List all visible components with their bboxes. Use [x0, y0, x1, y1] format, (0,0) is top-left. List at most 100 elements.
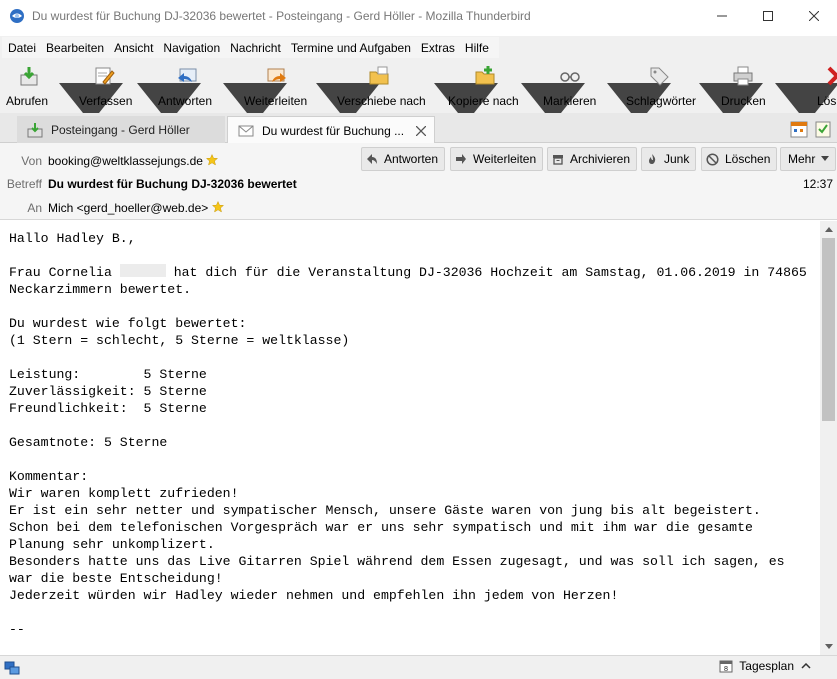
message-text: Hallo Hadley B., Frau Cornelia hat dich … [9, 230, 807, 638]
body-line1b: hat dich für die Veranstaltung DJ-32036 … [165, 265, 807, 280]
reply-icon [367, 154, 377, 164]
chevron-down-icon [824, 644, 833, 649]
move-to-label: Verschiebe nach [337, 94, 426, 108]
header-archive-button[interactable]: Archivieren [547, 147, 638, 171]
reply-button[interactable]: Antworten [156, 63, 218, 111]
window-title: Du wurdest für Buchung DJ-32036 bewertet… [32, 9, 531, 23]
body-greeting: Hallo Hadley B., [9, 231, 136, 246]
close-window-button[interactable] [791, 0, 837, 32]
star-icon[interactable] [206, 154, 219, 166]
inbox-icon [27, 122, 43, 137]
message-body[interactable]: Hallo Hadley B., Frau Cornelia hat dich … [0, 221, 820, 655]
tag-icon [650, 67, 669, 86]
online-status-icon[interactable] [4, 660, 20, 676]
body-comment-line: Wir waren komplett zufrieden! [9, 486, 239, 501]
body-comment-label: Kommentar: [9, 469, 89, 484]
forward-arrow-icon [267, 68, 286, 82]
menu-extras[interactable]: Extras [416, 38, 460, 57]
delete-toolbar-button[interactable]: Lös [812, 63, 837, 111]
tab-message[interactable]: Du wurdest für Buchung ... [227, 116, 435, 144]
tab-message-label: Du wurdest für Buchung ... [262, 123, 405, 138]
tab-inbox[interactable]: Posteingang - Gerd Höller [17, 116, 225, 143]
mark-button[interactable]: Markieren [541, 63, 601, 111]
scroll-up-button[interactable] [820, 221, 837, 238]
header-reply-label: Antworten [384, 152, 439, 166]
body-line2: Neckarzimmern bewertet. [9, 282, 192, 297]
to-value[interactable]: Mich <gerd_hoeller@web.de> [48, 201, 224, 215]
envelope-icon [238, 125, 254, 136]
tasks-tab-icon[interactable] [814, 120, 832, 138]
compose-pencil-icon [95, 67, 115, 85]
tags-button[interactable]: Schlagwörter [624, 63, 698, 111]
download-mail-icon [20, 67, 38, 86]
main-toolbar: Abrufen Verfassen Antworten Weiterleiten [0, 59, 837, 123]
body-rating-friendliness: Freundlichkeit: 5 Sterne [9, 401, 207, 416]
chevron-down-icon [821, 156, 830, 161]
menu-termine[interactable]: Termine und Aufgaben [286, 38, 416, 57]
header-junk-button[interactable]: Junk [641, 147, 697, 171]
header-more-button[interactable]: Mehr [780, 147, 837, 171]
menu-ansicht[interactable]: Ansicht [109, 38, 158, 57]
thunderbird-icon [10, 9, 24, 23]
status-bar: 8 Tagesplan [0, 655, 837, 679]
menu-bearbeiten[interactable]: Bearbeiten [41, 38, 109, 57]
glasses-icon [560, 72, 580, 82]
to-address[interactable]: Mich <gerd_hoeller@web.de> [48, 201, 208, 215]
body-rated-scale: (1 Stern = schlecht, 5 Sterne = weltklas… [9, 333, 350, 348]
maximize-icon [763, 11, 773, 21]
svg-text:8: 8 [724, 665, 728, 673]
from-value[interactable]: booking@weltklassejungs.de [48, 154, 219, 168]
compose-button[interactable]: Verfassen [76, 63, 132, 111]
body-rating-reliability: Zuverlässigkeit: 5 Sterne [9, 384, 207, 399]
maximize-button[interactable] [745, 0, 791, 32]
menu-datei[interactable]: Datei [3, 38, 41, 57]
body-rating-performance: Leistung: 5 Sterne [9, 367, 207, 382]
star-icon[interactable] [211, 201, 224, 213]
header-delete-button[interactable]: Löschen [701, 147, 778, 171]
from-address[interactable]: booking@weltklassejungs.de [48, 154, 203, 168]
header-more-label: Mehr [788, 152, 816, 166]
get-messages-button[interactable]: Abrufen [4, 63, 56, 111]
body-comment-line: Jederzeit würden wir Hadley wieder nehme… [9, 588, 619, 603]
to-label: An [27, 201, 42, 215]
title-bar: Du wurdest für Buchung DJ-32036 bewertet… [0, 0, 837, 32]
today-pane-toggle[interactable]: 8 Tagesplan [719, 659, 811, 673]
move-to-button[interactable]: Verschiebe nach [335, 63, 427, 111]
header-archive-label: Archivieren [570, 152, 631, 166]
reply-arrow-icon [178, 68, 197, 82]
copy-to-button[interactable]: Kopiere nach [446, 63, 522, 111]
subject-label: Betreff [6, 177, 42, 191]
close-icon [809, 11, 819, 21]
folder-move-icon [369, 66, 389, 85]
scroll-thumb[interactable] [822, 238, 835, 421]
forward-button[interactable]: Weiterleiten [242, 63, 312, 111]
scroll-down-button[interactable] [820, 638, 837, 655]
vertical-scrollbar[interactable] [820, 221, 837, 655]
redacted-name [119, 264, 166, 277]
calendar-icon: 8 [719, 660, 733, 673]
body-comment-line: Planung sehr unkomplizert. [9, 537, 215, 552]
minimize-button[interactable] [699, 0, 745, 32]
header-junk-label: Junk [664, 152, 690, 166]
tab-bar: Posteingang - Gerd Höller Du wurdest für… [0, 113, 837, 144]
header-reply-button[interactable]: Antworten [361, 147, 446, 171]
calendar-tab-icon[interactable] [790, 120, 808, 138]
print-button[interactable]: Drucken [719, 63, 769, 111]
subject-value: Du wurdest für Buchung DJ-32036 bewertet [48, 177, 297, 191]
compose-label: Verfassen [79, 94, 133, 108]
forward-icon [456, 154, 466, 164]
body-comment-line: war die beste Entscheidung! [9, 571, 223, 586]
print-label: Drucken [721, 94, 766, 108]
menu-hilfe[interactable]: Hilfe [460, 38, 494, 57]
body-overall-rating: Gesamtnote: 5 Sterne [9, 435, 168, 450]
menu-navigation[interactable]: Navigation [158, 38, 225, 57]
body-signature-separator: -- [9, 622, 25, 637]
menu-nachricht[interactable]: Nachricht [225, 38, 286, 57]
close-tab-icon[interactable] [416, 126, 426, 136]
menu-bar: Datei Bearbeiten Ansicht Navigation Nach… [0, 36, 837, 59]
printer-icon [733, 66, 753, 86]
body-comment-line: Er ist ein sehr netter und sympatischer … [9, 503, 761, 518]
chevron-up-icon [801, 663, 811, 669]
get-messages-label: Abrufen [6, 94, 49, 108]
header-forward-button[interactable]: Weiterleiten [450, 147, 544, 171]
